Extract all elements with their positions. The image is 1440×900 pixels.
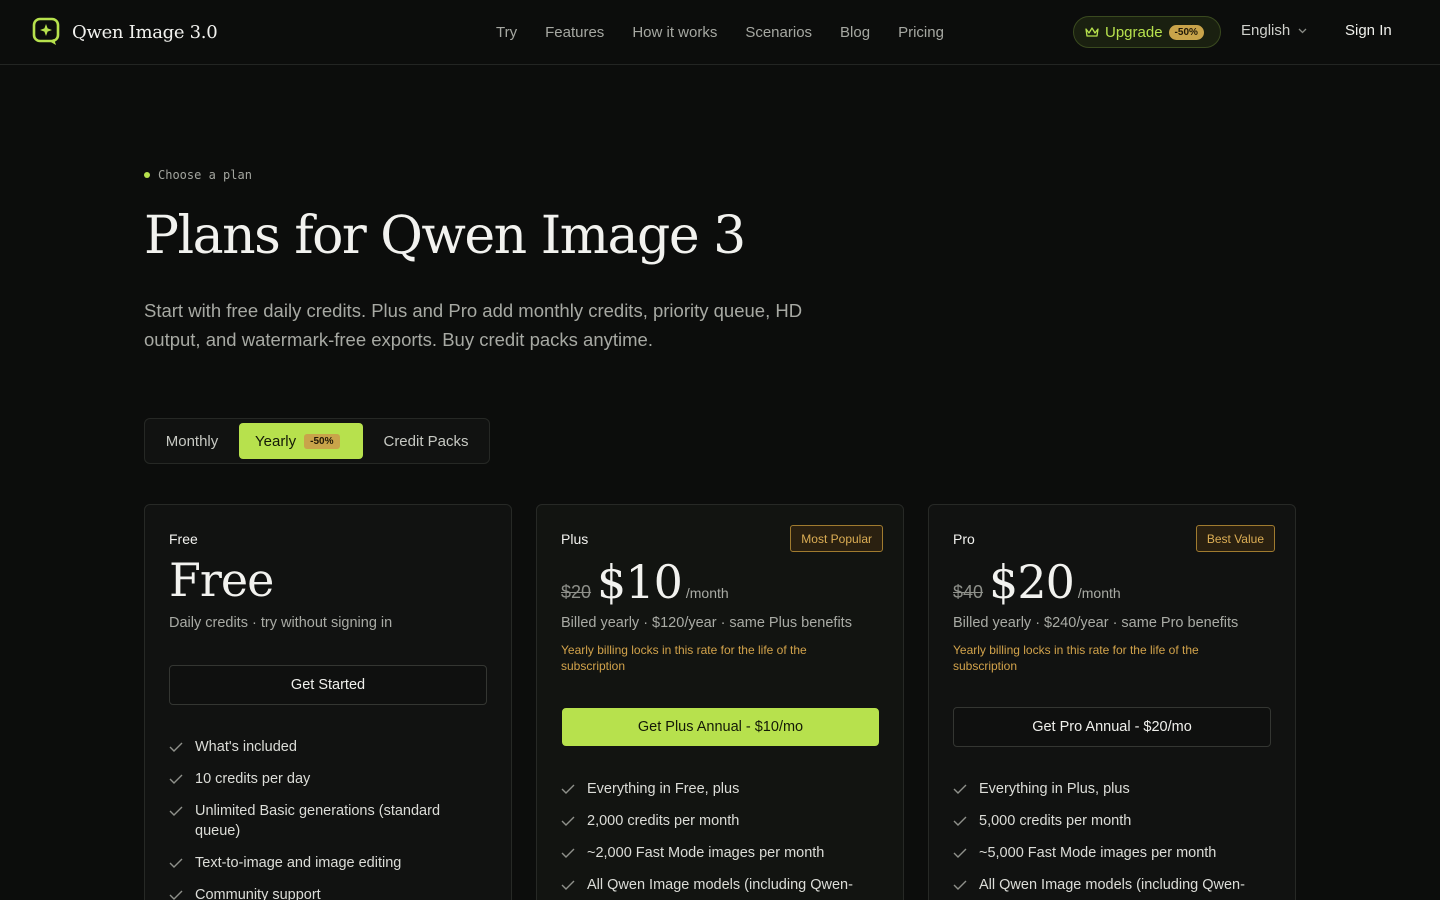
language-select[interactable]: English xyxy=(1241,22,1307,39)
plan-card-plus: Plus Most Popular $20 $10 /month Billed … xyxy=(536,504,904,900)
sign-in-link[interactable]: Sign In xyxy=(1345,22,1392,39)
feature-item: Unlimited Basic generations (standard qu… xyxy=(169,801,479,841)
feature-text: 5,000 credits per month xyxy=(979,813,1132,829)
nav-link-features[interactable]: Features xyxy=(545,24,604,41)
check-icon xyxy=(561,816,575,826)
brand-name: Qwen Image 3.0 xyxy=(72,21,218,43)
feature-item: Community support xyxy=(169,885,479,900)
feature-text: Everything in Plus, plus xyxy=(979,781,1130,797)
price-row: $20 $10 /month xyxy=(561,555,729,609)
yearly-discount-badge: -50% xyxy=(304,433,340,449)
brand-link[interactable]: Qwen Image 3.0 xyxy=(32,16,218,48)
price-period: /month xyxy=(685,585,729,601)
plan-card-pro: Pro Best Value $40 $20 /month Billed yea… xyxy=(928,504,1296,900)
plan-name: Free xyxy=(169,531,198,547)
toggle-monthly[interactable]: Monthly xyxy=(149,423,235,459)
feature-text: All Qwen Image models (including Qwen- xyxy=(587,877,853,893)
get-pro-annual-button[interactable]: Get Pro Annual - $20/mo xyxy=(953,707,1271,747)
price-row: $40 $20 /month xyxy=(953,555,1121,609)
nav-link-try[interactable]: Try xyxy=(496,24,517,41)
feature-item: All Qwen Image models (including Qwen- xyxy=(561,875,871,895)
nav-link-how-it-works[interactable]: How it works xyxy=(632,24,717,41)
plan-price: Free xyxy=(169,553,274,607)
check-icon xyxy=(169,890,183,900)
logo-icon xyxy=(32,17,60,45)
check-icon xyxy=(169,806,183,816)
plan-price: $20 xyxy=(989,555,1075,609)
plan-name: Pro xyxy=(953,531,975,547)
feature-text: ~2,000 Fast Mode images per month xyxy=(587,845,825,861)
eyebrow-dot xyxy=(144,172,150,178)
billing-info: Billed yearly · $240/year · same Pro ben… xyxy=(953,615,1239,631)
toggle-yearly[interactable]: Yearly -50% xyxy=(239,423,363,459)
check-icon xyxy=(169,774,183,784)
feature-list: Everything in Plus, plus 5,000 credits p… xyxy=(953,779,1263,900)
feature-item: Everything in Free, plus xyxy=(561,779,871,799)
check-icon xyxy=(561,848,575,858)
check-icon xyxy=(953,880,967,890)
billing-info: Billed yearly · $120/year · same Plus be… xyxy=(561,615,852,631)
upgrade-label: Upgrade xyxy=(1105,23,1163,41)
feature-text: Everything in Free, plus xyxy=(587,781,740,797)
upgrade-discount-badge: -50% xyxy=(1168,24,1204,40)
check-icon xyxy=(953,816,967,826)
plan-card-free: Free Free Daily credits · try without si… xyxy=(144,504,512,900)
rate-lock-note: Yearly billing locks in this rate for th… xyxy=(953,643,1199,673)
check-icon xyxy=(561,880,575,890)
feature-text: Text-to-image and image editing xyxy=(195,855,402,871)
language-label: English xyxy=(1241,22,1291,39)
feature-item: ~5,000 Fast Mode images per month xyxy=(953,843,1263,863)
billing-toggle: Monthly Yearly -50% Credit Packs xyxy=(144,418,490,464)
eyebrow-text: Choose a plan xyxy=(158,168,252,182)
check-icon xyxy=(561,784,575,794)
toggle-yearly-label: Yearly xyxy=(255,432,297,450)
feature-text: What's included xyxy=(195,739,297,755)
page-subtitle: Start with free daily credits. Plus and … xyxy=(144,300,803,350)
page-title: Plans for Qwen Image 3 xyxy=(144,206,746,266)
feature-text: 10 credits per day xyxy=(195,771,311,787)
original-price: $20 xyxy=(561,582,592,602)
plan-price: $10 xyxy=(597,555,683,609)
feature-item: ~2,000 Fast Mode images per month xyxy=(561,843,871,863)
eyebrow: Choose a plan xyxy=(144,168,252,182)
feature-item: Everything in Plus, plus xyxy=(953,779,1263,799)
price-period: /month xyxy=(1077,585,1121,601)
feature-item: 2,000 credits per month xyxy=(561,811,871,831)
main-nav: Try Features How it works Scenarios Blog… xyxy=(482,0,958,64)
check-icon xyxy=(953,784,967,794)
feature-item: All Qwen Image models (including Qwen- xyxy=(953,875,1263,895)
feature-item: 10 credits per day xyxy=(169,769,479,789)
rate-lock-note: Yearly billing locks in this rate for th… xyxy=(561,643,807,673)
get-started-button[interactable]: Get Started xyxy=(169,665,487,705)
check-icon xyxy=(169,742,183,752)
chevron-down-icon xyxy=(1298,28,1307,33)
feature-text: Unlimited Basic generations (standard qu… xyxy=(195,803,441,839)
site-header: Qwen Image 3.0 Try Features How it works… xyxy=(0,0,1440,65)
feature-text: Community support xyxy=(195,887,321,900)
nav-link-scenarios[interactable]: Scenarios xyxy=(745,24,812,41)
feature-list: What's included 10 credits per day Unlim… xyxy=(169,737,479,900)
feature-list: Everything in Free, plus 2,000 credits p… xyxy=(561,779,871,900)
best-value-badge: Best Value xyxy=(1195,525,1275,552)
feature-text: All Qwen Image models (including Qwen- xyxy=(979,877,1245,893)
feature-item: Text-to-image and image editing xyxy=(169,853,479,873)
feature-item: 5,000 credits per month xyxy=(953,811,1263,831)
feature-text: ~5,000 Fast Mode images per month xyxy=(979,845,1217,861)
upgrade-button[interactable]: Upgrade -50% xyxy=(1073,16,1221,48)
get-plus-annual-button[interactable]: Get Plus Annual - $10/mo xyxy=(562,708,879,746)
nav-link-pricing[interactable]: Pricing xyxy=(898,24,944,41)
feature-text: 2,000 credits per month xyxy=(587,813,740,829)
check-icon xyxy=(953,848,967,858)
crown-icon xyxy=(1085,27,1099,37)
most-popular-badge: Most Popular xyxy=(790,525,883,552)
original-price: $40 xyxy=(953,582,984,602)
check-icon xyxy=(169,858,183,868)
plan-name: Plus xyxy=(561,531,589,547)
nav-link-blog[interactable]: Blog xyxy=(840,24,870,41)
feature-item: What's included xyxy=(169,737,479,757)
plan-description: Daily credits · try without signing in xyxy=(169,615,393,631)
toggle-credit-packs[interactable]: Credit Packs xyxy=(367,423,485,459)
